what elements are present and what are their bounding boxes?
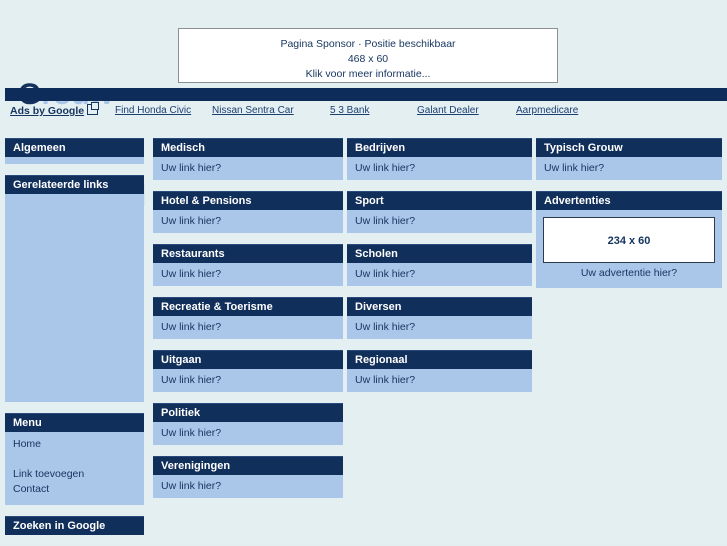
block-bedrijven: Bedrijven Uw link hier? <box>347 138 532 180</box>
menu-spacer <box>13 452 136 467</box>
google-ads-bar: Ads by Google Find Honda Civic Nissan Sen… <box>0 102 727 124</box>
link-placeholder[interactable]: Uw link hier? <box>161 321 221 333</box>
block-restaurants: Restaurants Uw link hier? <box>153 244 343 286</box>
block-verenigingen-body: Uw link hier? <box>153 475 343 498</box>
block-politiek-body: Uw link hier? <box>153 422 343 445</box>
block-bedrijven-title: Bedrijven <box>347 138 532 157</box>
external-link-icon <box>87 102 100 115</box>
block-verenigingen-title: Verenigingen <box>153 456 343 475</box>
block-gerelateerde-links: Gerelateerde links <box>5 175 144 402</box>
sidebar-column: Algemeen Gerelateerde links Menu Home Li… <box>5 138 144 546</box>
block-regionaal-title: Regionaal <box>347 350 532 369</box>
google-ad-link-3[interactable]: 5 3 Bank <box>330 105 369 116</box>
ads-divider-bar <box>5 88 727 101</box>
masthead: Grouw Online.nl Pagina Sponsor · Positie… <box>0 0 727 213</box>
block-menu-title: Menu <box>5 413 144 432</box>
sponsor-line-2: 468 x 60 <box>347 53 389 65</box>
block-algemeen: Algemeen <box>5 138 144 164</box>
menu-item-link-toevoegen[interactable]: Link toevoegen <box>13 467 136 482</box>
block-sport-body: Uw link hier? <box>347 210 532 233</box>
block-diversen-body: Uw link hier? <box>347 316 532 339</box>
block-gerelateerde-links-title: Gerelateerde links <box>5 175 144 194</box>
link-placeholder[interactable]: Uw link hier? <box>161 268 221 280</box>
block-medisch: Medisch Uw link hier? <box>153 138 343 180</box>
menu-item-contact[interactable]: Contact <box>13 482 136 497</box>
block-recreatie-toerisme: Recreatie & Toerisme Uw link hier? <box>153 297 343 339</box>
block-advertenties: Advertenties 234 x 60 Uw advertentie hie… <box>536 191 722 288</box>
google-ad-link-4[interactable]: Galant Dealer <box>417 105 479 116</box>
block-restaurants-body: Uw link hier? <box>153 263 343 286</box>
block-zoeken-in-google-title: Zoeken in Google <box>5 516 144 535</box>
sponsor-banner[interactable]: Pagina Sponsor · Positie beschikbaar 468… <box>178 28 558 83</box>
link-placeholder[interactable]: Uw link hier? <box>161 215 221 227</box>
google-ad-link-5[interactable]: Aarpmedicare <box>516 105 578 116</box>
block-sport: Sport Uw link hier? <box>347 191 532 233</box>
block-regionaal: Regionaal Uw link hier? <box>347 350 532 392</box>
google-ad-link-2[interactable]: Nissan Sentra Car <box>212 105 294 116</box>
link-placeholder[interactable]: Uw link hier? <box>161 427 221 439</box>
block-scholen-title: Scholen <box>347 244 532 263</box>
ad-caption[interactable]: Uw advertentie hier? <box>543 263 715 282</box>
block-regionaal-body: Uw link hier? <box>347 369 532 392</box>
block-bedrijven-body: Uw link hier? <box>347 157 532 180</box>
block-politiek-title: Politiek <box>153 403 343 422</box>
category-column-2: Medisch Uw link hier? Hotel & Pensions U… <box>153 138 343 509</box>
block-advertenties-body: 234 x 60 Uw advertentie hier? <box>536 210 722 288</box>
block-hotel-pensions-title: Hotel & Pensions <box>153 191 343 210</box>
link-placeholder[interactable]: Uw link hier? <box>161 374 221 386</box>
link-placeholder[interactable]: Uw link hier? <box>355 321 415 333</box>
block-diversen-title: Diversen <box>347 297 532 316</box>
category-column-4: Typisch Grouw Uw link hier? Advertenties… <box>536 138 722 299</box>
block-restaurants-title: Restaurants <box>153 244 343 263</box>
link-placeholder[interactable]: Uw link hier? <box>355 374 415 386</box>
category-column-3: Bedrijven Uw link hier? Sport Uw link hi… <box>347 138 532 403</box>
ad-slot-234x60[interactable]: 234 x 60 <box>543 217 715 263</box>
block-typisch-grouw-title: Typisch Grouw <box>536 138 722 157</box>
block-uitgaan-body: Uw link hier? <box>153 369 343 392</box>
block-hotel-pensions: Hotel & Pensions Uw link hier? <box>153 191 343 233</box>
link-placeholder[interactable]: Uw link hier? <box>161 162 221 174</box>
block-politiek: Politiek Uw link hier? <box>153 403 343 445</box>
block-scholen: Scholen Uw link hier? <box>347 244 532 286</box>
block-gerelateerde-links-body <box>5 194 144 402</box>
block-zoeken-in-google: Zoeken in Google <box>5 516 144 535</box>
menu-item-home[interactable]: Home <box>13 437 136 452</box>
block-typisch-grouw-body: Uw link hier? <box>536 157 722 180</box>
block-diversen: Diversen Uw link hier? <box>347 297 532 339</box>
link-placeholder[interactable]: Uw link hier? <box>355 215 415 227</box>
block-medisch-body: Uw link hier? <box>153 157 343 180</box>
block-uitgaan-title: Uitgaan <box>153 350 343 369</box>
page-root: Grouw Online.nl Pagina Sponsor · Positie… <box>0 0 727 545</box>
block-sport-title: Sport <box>347 191 532 210</box>
block-algemeen-title: Algemeen <box>5 138 144 157</box>
block-recreatie-toerisme-title: Recreatie & Toerisme <box>153 297 343 316</box>
block-menu-body: Home Link toevoegen Contact <box>5 432 144 505</box>
block-scholen-body: Uw link hier? <box>347 263 532 286</box>
block-advertenties-title: Advertenties <box>536 191 722 210</box>
link-placeholder[interactable]: Uw link hier? <box>355 162 415 174</box>
link-placeholder[interactable]: Uw link hier? <box>544 162 604 174</box>
google-ad-link-1[interactable]: Find Honda Civic <box>115 105 191 116</box>
block-medisch-title: Medisch <box>153 138 343 157</box>
block-menu: Menu Home Link toevoegen Contact <box>5 413 144 505</box>
link-placeholder[interactable]: Uw link hier? <box>355 268 415 280</box>
sponsor-line-1: Pagina Sponsor · Positie beschikbaar <box>280 38 456 50</box>
block-hotel-pensions-body: Uw link hier? <box>153 210 343 233</box>
block-verenigingen: Verenigingen Uw link hier? <box>153 456 343 498</box>
block-uitgaan: Uitgaan Uw link hier? <box>153 350 343 392</box>
ads-by-google-text: Ads by Google <box>10 105 85 117</box>
block-recreatie-toerisme-body: Uw link hier? <box>153 316 343 339</box>
block-algemeen-body <box>5 157 144 164</box>
ads-by-google-label[interactable]: Ads by Google <box>10 102 100 117</box>
link-placeholder[interactable]: Uw link hier? <box>161 480 221 492</box>
block-typisch-grouw: Typisch Grouw Uw link hier? <box>536 138 722 180</box>
sponsor-line-3: Klik voor meer informatie... <box>305 68 431 80</box>
